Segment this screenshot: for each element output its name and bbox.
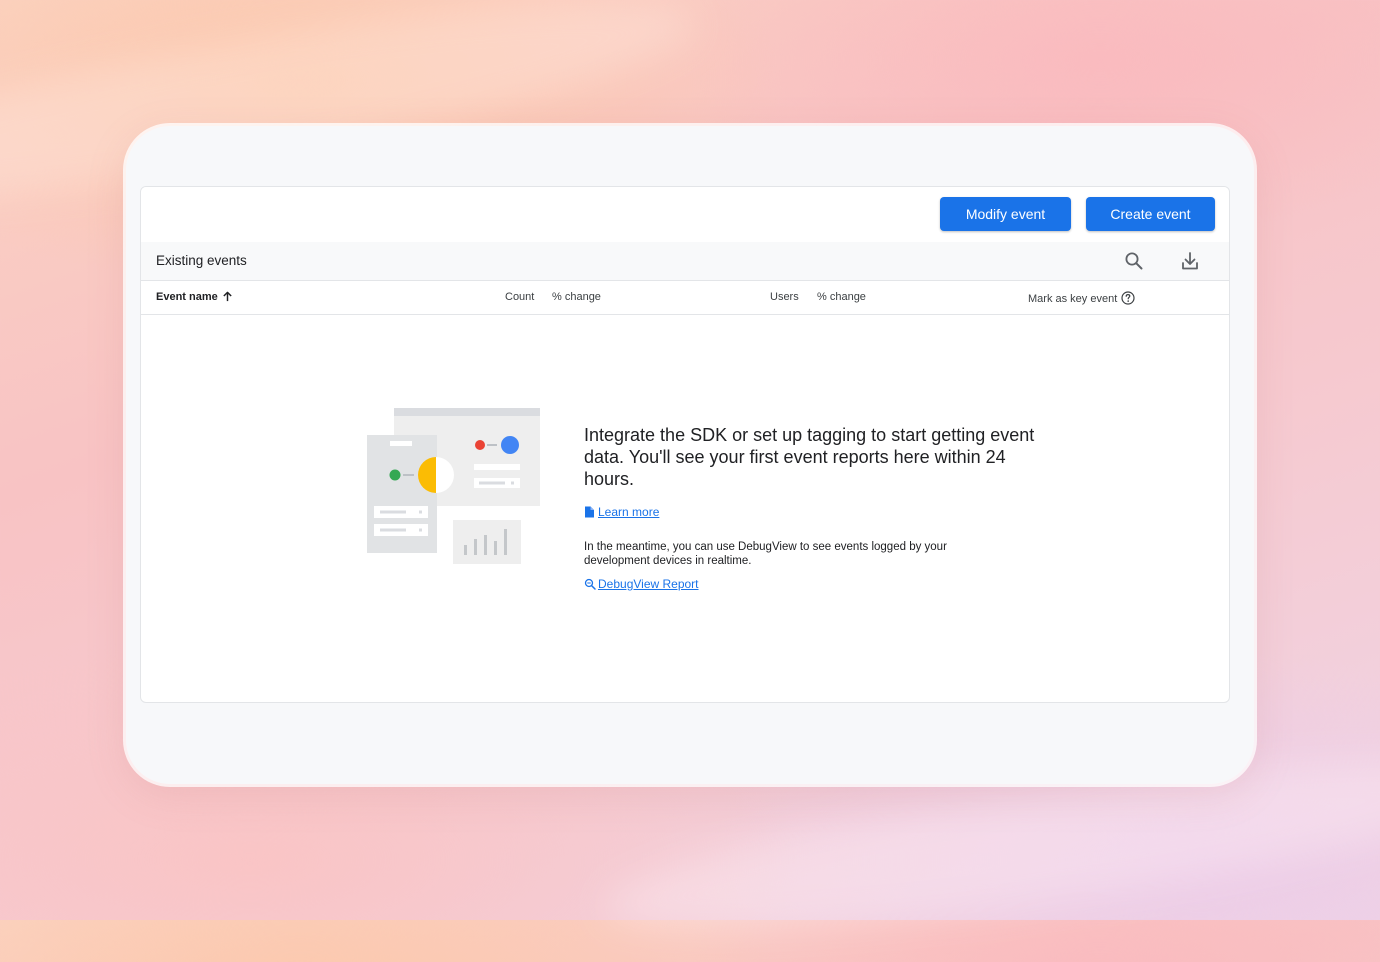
empty-state-message: Integrate the SDK or set up tagging to s… — [584, 424, 1044, 592]
events-toolbar: Modify event Create event — [141, 187, 1229, 243]
search-icon[interactable] — [1122, 249, 1146, 273]
debug-search-icon — [584, 578, 596, 590]
column-header-count-change[interactable]: % change — [552, 291, 601, 303]
empty-state-illustration — [367, 408, 540, 564]
events-card: Modify event Create event Existing event… — [140, 186, 1230, 703]
column-header-key-event: Mark as key event — [1028, 291, 1135, 305]
debugview-row: DebugView Report — [584, 576, 1044, 592]
empty-state-heading: Integrate the SDK or set up tagging to s… — [584, 425, 1035, 489]
sort-ascending-icon — [223, 291, 232, 302]
existing-events-header: Existing events — [141, 242, 1229, 281]
column-header-event-name-label: Event name — [156, 291, 218, 303]
column-header-count[interactable]: Count — [505, 291, 534, 303]
column-header-key-event-label: Mark as key event — [1028, 293, 1118, 305]
learn-more-link[interactable]: Learn more — [598, 505, 659, 519]
table-header: Event name Count % change Users % change… — [141, 281, 1229, 315]
column-header-users[interactable]: Users — [770, 291, 799, 303]
download-icon[interactable] — [1178, 249, 1202, 273]
debugview-report-link[interactable]: DebugView Report — [598, 577, 699, 591]
document-icon — [585, 506, 594, 518]
existing-events-title: Existing events — [156, 253, 247, 268]
modify-event-button[interactable]: Modify event — [940, 197, 1071, 231]
create-event-button[interactable]: Create event — [1086, 197, 1215, 231]
debugview-description: In the meantime, you can use DebugView t… — [584, 541, 947, 567]
help-icon[interactable] — [1121, 291, 1135, 305]
column-header-users-change[interactable]: % change — [817, 291, 866, 303]
learn-more-row: Learn more — [584, 504, 1044, 520]
column-header-event-name[interactable]: Event name — [156, 291, 233, 303]
